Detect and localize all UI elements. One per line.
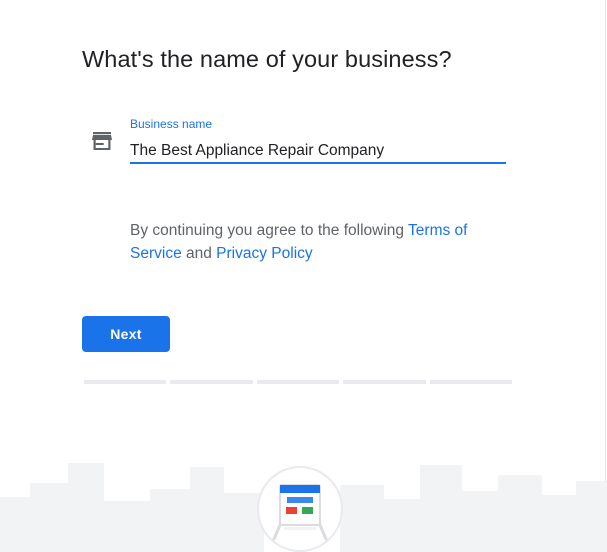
storefront-illustration-icon [257,466,343,552]
terms-conjunction-text: and [181,245,217,262]
progress-step-3 [256,380,340,384]
progress-step-1 [84,380,167,384]
business-name-label: Business name [130,117,213,131]
business-name-input[interactable] [130,140,506,162]
business-name-field: Business name [92,116,512,166]
terms-notice: By continuing you agree to the following… [130,219,500,265]
progress-step-4 [343,380,426,384]
privacy-policy-link[interactable]: Privacy Policy [216,245,312,262]
terms-prefix-text: By continuing you agree to the following [130,222,409,239]
page-title: What's the name of your business? [82,46,452,72]
progress-step-5 [429,380,512,384]
store-icon [92,132,112,150]
progress-step-2 [170,380,253,384]
step-progress-bar [84,380,512,385]
business-name-underline [130,162,506,164]
next-button[interactable]: Next [82,316,170,352]
